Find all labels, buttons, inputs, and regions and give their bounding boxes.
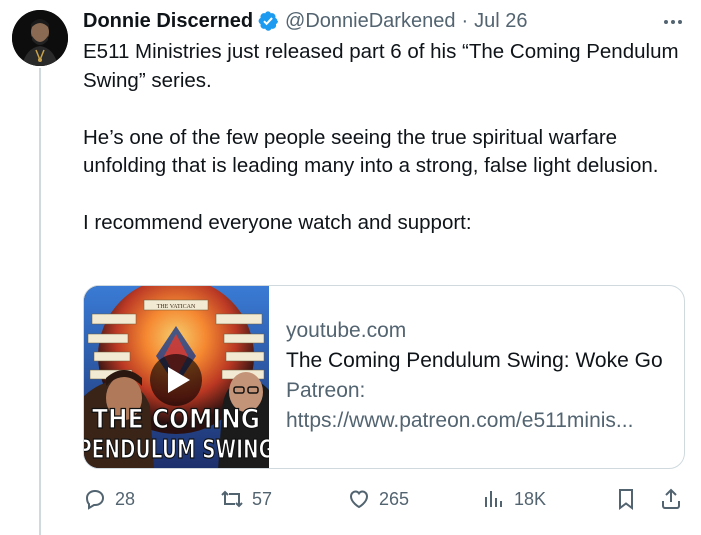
post-text: E511 Ministries just released part 6 of … <box>83 38 683 238</box>
share-icon <box>662 488 680 509</box>
card-body[interactable]: youtube.com The Coming Pendulum Swing: W… <box>269 286 684 468</box>
author-handle[interactable]: @DonnieDarkened <box>285 10 455 33</box>
post-paragraph: E511 Ministries just released part 6 of … <box>83 40 679 92</box>
reply-button[interactable]: 28 <box>83 487 135 511</box>
views-button[interactable]: 18K <box>482 487 546 511</box>
like-count: 265 <box>379 488 410 509</box>
post-header: Donnie Discerned @DonnieDarkened · Jul 2… <box>83 7 528 35</box>
repost-icon <box>221 490 243 508</box>
views-icon <box>485 491 502 507</box>
video-thumbnail[interactable]: THE VATICAN THE COMING PENDULUM SWING <box>84 286 269 468</box>
verified-icon <box>258 11 279 31</box>
author-name[interactable]: Donnie Discerned <box>83 10 253 33</box>
thumbnail-header: THE VATICAN <box>157 304 196 310</box>
thumbnail-title-line1: THE COMING <box>92 404 260 435</box>
reply-icon <box>85 489 105 510</box>
separator-dot: · <box>461 9 469 32</box>
action-bar: 28 57 265 18K <box>83 487 688 517</box>
thread-line <box>39 68 41 535</box>
avatar[interactable] <box>12 10 68 66</box>
repost-count: 57 <box>252 488 273 509</box>
like-button[interactable]: 265 <box>347 487 409 511</box>
link-card[interactable]: THE VATICAN THE COMING PENDULUM SWING yo… <box>83 285 685 469</box>
more-icon[interactable] <box>661 10 685 34</box>
card-description-url: https://www.patreon.com/e511minis... <box>286 409 634 432</box>
avatar-image <box>12 10 68 66</box>
post-paragraph: I recommend everyone watch and support: <box>83 211 472 234</box>
bookmark-icon <box>619 489 633 510</box>
card-domain: youtube.com <box>286 319 407 342</box>
bookmark-button[interactable] <box>614 487 638 511</box>
reply-count: 28 <box>115 488 136 509</box>
card-description: Patreon: <box>286 379 366 402</box>
share-button[interactable] <box>659 487 683 511</box>
post-paragraph: He’s one of the few people seeing the tr… <box>83 125 659 178</box>
repost-button[interactable]: 57 <box>220 487 272 511</box>
card-title: The Coming Pendulum Swing: Woke Go <box>286 349 663 372</box>
like-icon <box>349 490 369 509</box>
post-date[interactable]: Jul 26 <box>474 10 527 33</box>
thumbnail-title-line2: PENDULUM SWING <box>84 435 269 465</box>
views-count: 18K <box>514 488 547 509</box>
thumbnail-image: THE VATICAN THE COMING PENDULUM SWING <box>84 286 269 468</box>
